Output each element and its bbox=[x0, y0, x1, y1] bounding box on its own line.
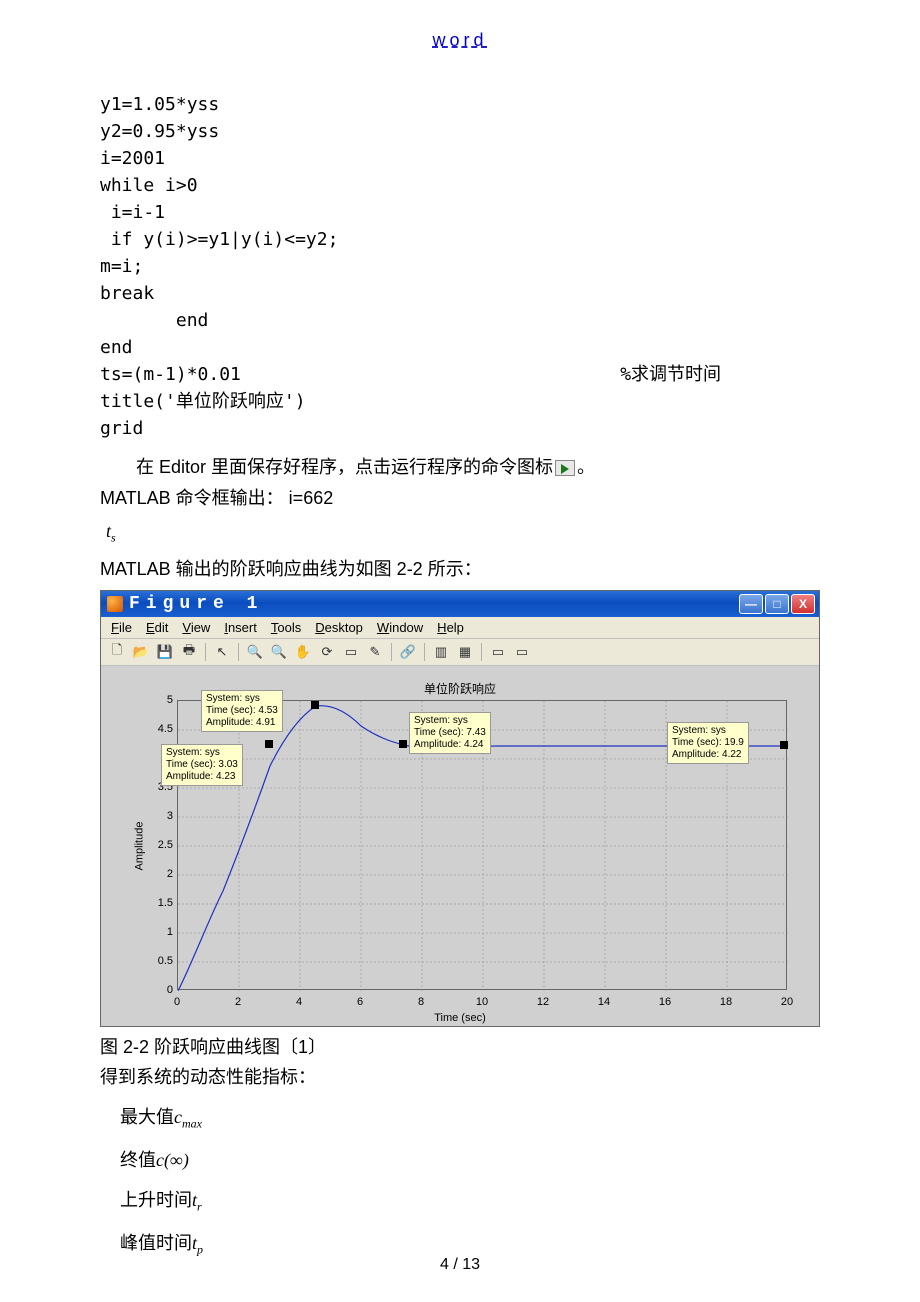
datapoint-marker bbox=[780, 741, 788, 749]
editor-instruction: 在 Editor 里面保存好程序，点击运行程序的命令图标。 bbox=[100, 452, 820, 483]
y-axis-label: Amplitude bbox=[133, 822, 145, 871]
close-button[interactable]: X bbox=[791, 594, 815, 614]
open-icon[interactable]: 📂 bbox=[131, 642, 151, 662]
xtick: 20 bbox=[781, 996, 793, 1008]
pan-icon[interactable]: ✋ bbox=[293, 642, 313, 662]
datatip[interactable]: System: sys Time (sec): 4.53 Amplitude: … bbox=[201, 690, 283, 732]
menu-help[interactable]: Help bbox=[437, 620, 464, 635]
matlab-icon bbox=[107, 596, 123, 612]
menu-view[interactable]: View bbox=[182, 620, 210, 635]
zoom-in-icon[interactable]: 🔍 bbox=[245, 642, 265, 662]
show-tools-icon[interactable]: ▭ bbox=[512, 642, 532, 662]
xtick: 10 bbox=[476, 996, 488, 1008]
pointer-icon[interactable]: ↖ bbox=[212, 642, 232, 662]
header-link[interactable]: word bbox=[100, 30, 820, 51]
xtick: 6 bbox=[357, 996, 363, 1008]
xtick: 4 bbox=[296, 996, 302, 1008]
print-icon[interactable]: 🖶 bbox=[179, 642, 199, 662]
ytick: 3 bbox=[155, 810, 173, 822]
perf-final: 终值c(∞) bbox=[120, 1146, 820, 1172]
ytick: 5 bbox=[155, 694, 173, 706]
datapoint-marker bbox=[265, 740, 273, 748]
maximize-button[interactable]: □ bbox=[765, 594, 789, 614]
ytick: 0 bbox=[155, 984, 173, 996]
rotate-icon[interactable]: ⟳ bbox=[317, 642, 337, 662]
datatip[interactable]: System: sys Time (sec): 19.9 Amplitude: … bbox=[667, 722, 749, 764]
ytick: 2.5 bbox=[155, 839, 173, 851]
menu-desktop[interactable]: Desktop bbox=[315, 620, 363, 635]
perf-intro: 得到系统的动态性能指标： bbox=[100, 1063, 820, 1089]
datapoint-marker bbox=[311, 701, 319, 709]
zoom-out-icon[interactable]: 🔍 bbox=[269, 642, 289, 662]
datapoint-marker bbox=[399, 740, 407, 748]
link-icon[interactable]: 🔗 bbox=[398, 642, 418, 662]
ytick: 1 bbox=[155, 926, 173, 938]
datacursor-icon[interactable]: ▭ bbox=[341, 642, 361, 662]
perf-peak: 峰值时间tp bbox=[120, 1229, 820, 1258]
ytick: 2 bbox=[155, 868, 173, 880]
xtick: 14 bbox=[598, 996, 610, 1008]
ts-symbol: ts bbox=[106, 521, 820, 546]
titlebar[interactable]: Figure 1 — □ X bbox=[101, 591, 819, 617]
new-figure-icon[interactable]: 🗋 bbox=[107, 642, 127, 662]
perf-rise: 上升时间tr bbox=[120, 1186, 820, 1215]
save-icon[interactable]: 💾 bbox=[155, 642, 175, 662]
cmd-output: MATLAB 命令框输出： i=662 bbox=[100, 483, 820, 514]
datatip[interactable]: System: sys Time (sec): 7.43 Amplitude: … bbox=[409, 712, 491, 754]
menu-window[interactable]: Window bbox=[377, 620, 423, 635]
legend-icon[interactable]: ▦ bbox=[455, 642, 475, 662]
xtick: 12 bbox=[537, 996, 549, 1008]
curve-intro: MATLAB 输出的阶跃响应曲线为如图 2-2 所示： bbox=[100, 554, 820, 585]
xtick: 0 bbox=[174, 996, 180, 1008]
datatip[interactable]: System: sys Time (sec): 3.03 Amplitude: … bbox=[161, 744, 243, 786]
run-icon bbox=[555, 460, 575, 476]
perf-max: 最大值cmax bbox=[120, 1103, 820, 1132]
toolbar: 🗋 📂 💾 🖶 ↖ 🔍 🔍 ✋ ⟳ ▭ ✎ 🔗 ▥ ▦ ▭ ▭ bbox=[101, 639, 819, 666]
x-axis-label: Time (sec) bbox=[101, 1012, 819, 1024]
window-title: Figure 1 bbox=[129, 594, 739, 614]
xtick: 16 bbox=[659, 996, 671, 1008]
menu-insert[interactable]: Insert bbox=[224, 620, 257, 635]
hide-tools-icon[interactable]: ▭ bbox=[488, 642, 508, 662]
minimize-button[interactable]: — bbox=[739, 594, 763, 614]
menubar: File Edit View Insert Tools Desktop Wind… bbox=[101, 617, 819, 639]
matlab-figure-window: Figure 1 — □ X File Edit View Insert Too… bbox=[100, 590, 820, 1027]
ytick: 0.5 bbox=[155, 955, 173, 967]
colorbar-icon[interactable]: ▥ bbox=[431, 642, 451, 662]
brush-icon[interactable]: ✎ bbox=[365, 642, 385, 662]
figure-caption: 图 2-2 阶跃响应曲线图〔1〕 bbox=[100, 1033, 820, 1059]
page-number: 4 / 13 bbox=[0, 1256, 920, 1274]
xtick: 8 bbox=[418, 996, 424, 1008]
menu-file[interactable]: File bbox=[111, 620, 132, 635]
xtick: 18 bbox=[720, 996, 732, 1008]
xtick: 2 bbox=[235, 996, 241, 1008]
ytick: 4.5 bbox=[155, 723, 173, 735]
ytick: 1.5 bbox=[155, 897, 173, 909]
menu-edit[interactable]: Edit bbox=[146, 620, 168, 635]
code-block: y1=1.05*yss y2=0.95*yss i=2001 while i>0… bbox=[100, 91, 820, 442]
menu-tools[interactable]: Tools bbox=[271, 620, 301, 635]
plot-area: 单位阶跃响应 Amplitude Time (sec) bbox=[101, 666, 819, 1026]
perf-list: 最大值cmax 终值c(∞) 上升时间tr 峰值时间tp bbox=[100, 1103, 820, 1257]
header-link-text: word bbox=[432, 30, 487, 50]
